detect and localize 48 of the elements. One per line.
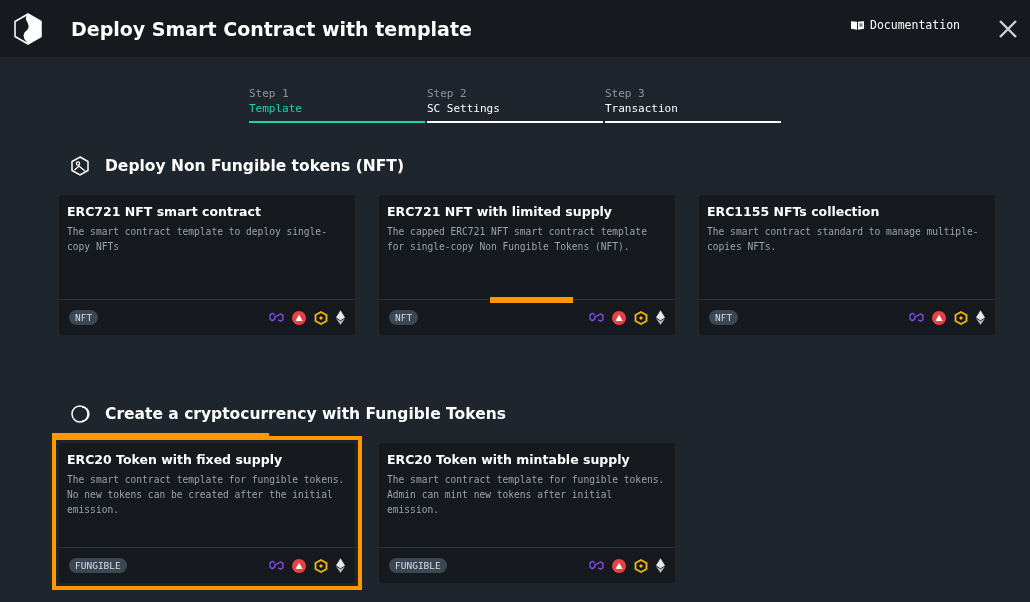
diamond-icon	[976, 310, 985, 325]
card-description: The smart contract template for fungible tokens. No new tokens can be created after the initial emission.	[67, 473, 346, 517]
triangle-circle-icon	[612, 558, 626, 573]
card-title: ERC721 NFT smart contract	[67, 204, 262, 219]
step-tab[interactable]: Step 1 Template	[249, 87, 425, 123]
template-card[interactable]: ERC20 Token with fixed supply The smart contract template for fungible tokens. No new tokens can be created after the initial emission. FUNGIBLE	[52, 436, 362, 590]
card-title: ERC721 NFT with limited supply	[387, 204, 614, 219]
section-title: Create a cryptocurrency with Fungible Tokens	[105, 405, 506, 423]
cube-icon	[314, 310, 328, 325]
category-tag: NFT	[389, 310, 419, 325]
page-title: Deploy Smart Contract with template	[71, 17, 473, 40]
card-title: ERC20 Token with mintable supply	[387, 452, 631, 467]
diamond-icon	[336, 310, 345, 325]
triangle-circle-icon	[292, 558, 306, 573]
card-description: The capped ERC721 NFT smart contract template for single-copy Non Fungible Tokens (NFT).	[387, 225, 648, 254]
category-tag: NFT	[709, 310, 739, 325]
book-icon	[851, 19, 864, 30]
diamond-icon	[336, 558, 345, 573]
chain-link-icon	[589, 560, 604, 571]
logo-icon	[12, 12, 44, 45]
cube-icon	[634, 310, 648, 325]
image-hexagon-icon	[70, 156, 90, 176]
close-icon[interactable]	[998, 18, 1018, 39]
documentation-link[interactable]: Documentation	[851, 17, 960, 32]
chain-link-icon	[269, 312, 284, 323]
triangle-circle-icon	[612, 310, 626, 325]
chain-link-icon	[589, 312, 604, 323]
card-description: The smart contract standard to manage multiple-copies NFTs.	[707, 225, 980, 254]
diamond-icon	[656, 310, 665, 325]
coin-icon	[70, 404, 90, 424]
category-tag: FUNGIBLE	[69, 558, 127, 573]
step-tab[interactable]: Step 2 SC Settings	[427, 87, 603, 123]
diamond-icon	[656, 558, 665, 573]
category-tag: NFT	[69, 310, 99, 325]
cube-icon	[954, 310, 968, 325]
category-tag: FUNGIBLE	[389, 558, 447, 573]
cube-icon	[314, 558, 328, 573]
chain-link-icon	[909, 312, 924, 323]
step-tab[interactable]: Step 3 Transaction	[605, 87, 781, 123]
triangle-circle-icon	[932, 310, 946, 325]
card-title: ERC1155 NFTs collection	[707, 204, 881, 219]
chain-link-icon	[269, 560, 284, 571]
section-title: Deploy Non Fungible tokens (NFT)	[105, 157, 405, 175]
card-description: The smart contract template for fungible tokens. Admin can mint new tokens after initial emission.	[387, 473, 666, 517]
triangle-circle-icon	[292, 310, 306, 325]
card-title: ERC20 Token with fixed supply	[67, 452, 284, 467]
card-description: The smart contract template to deploy single-copy NFTs	[67, 225, 328, 254]
cube-icon	[634, 558, 648, 573]
